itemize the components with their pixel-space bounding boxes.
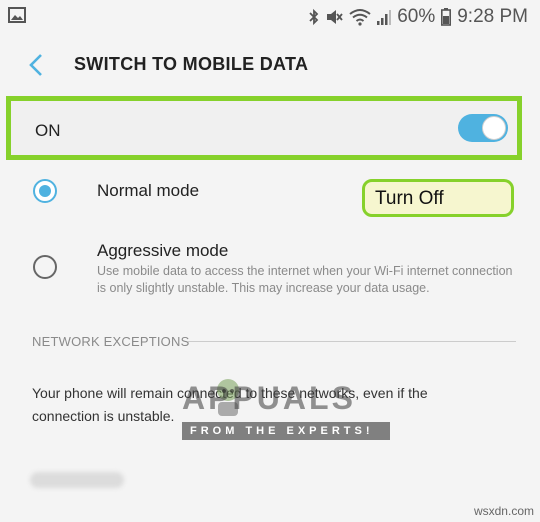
app-header: SWITCH TO MOBILE DATA (0, 40, 540, 90)
bluetooth-icon (309, 8, 319, 26)
gallery-notification-icon (8, 7, 26, 23)
watermark-subtitle: FROM THE EXPERTS! (190, 425, 374, 437)
blurred-network-item[interactable] (30, 472, 124, 488)
turn-off-callout-text: Turn Off (375, 188, 444, 209)
status-time: 9:28 PM (457, 6, 528, 27)
battery-percent: 60% (397, 6, 436, 27)
wifi-icon (349, 9, 371, 26)
mute-icon (327, 10, 343, 24)
network-exceptions-header: NETWORK EXCEPTIONS (32, 334, 190, 349)
aggressive-mode-label[interactable]: Aggressive mode (97, 241, 228, 261)
master-toggle-switch[interactable] (458, 114, 508, 142)
corner-watermark: wsxdn.com (473, 504, 534, 518)
page-title: SWITCH TO MOBILE DATA (74, 54, 309, 74)
normal-mode-radio[interactable] (33, 179, 57, 203)
watermark-title: APPUALS (182, 380, 356, 416)
toggle-knob (482, 116, 506, 140)
signal-icon (377, 10, 392, 25)
aggressive-mode-description: Use mobile data to access the internet w… (97, 264, 513, 295)
master-switch-label: ON (35, 121, 61, 140)
status-bar: 60% 9:28 PM (0, 0, 540, 34)
turn-off-callout: Turn Off (362, 179, 514, 217)
master-switch-row[interactable]: ON (6, 96, 522, 160)
section-divider (188, 341, 516, 342)
status-right-group: 60% 9:28 PM (309, 6, 528, 28)
normal-mode-label[interactable]: Normal mode (97, 181, 199, 201)
aggressive-mode-radio[interactable] (33, 255, 57, 279)
appuals-watermark: APPUALS FROM THE EXPERTS! (182, 378, 392, 442)
battery-icon (441, 8, 452, 26)
back-arrow-icon[interactable] (22, 50, 52, 80)
